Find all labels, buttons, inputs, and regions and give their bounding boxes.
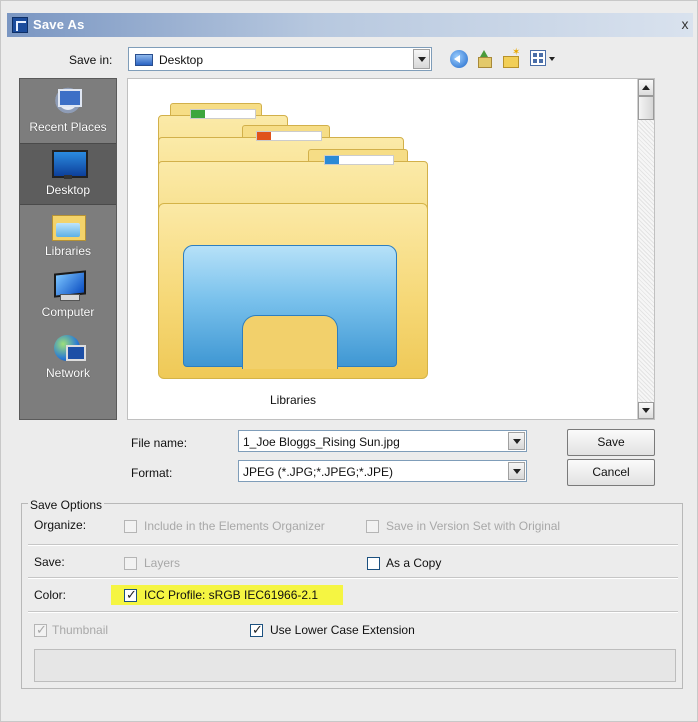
place-computer[interactable]: Computer [20,266,116,328]
divider [28,577,678,579]
folder-library-cutout [242,315,338,369]
network-icon [52,333,86,363]
thumbnail-checkbox[interactable] [34,622,47,638]
options-subpanel [34,649,676,682]
scroll-up-icon[interactable] [638,79,654,96]
icc-profile-label: ICC Profile: sRGB IEC61966-2.1 [144,588,319,602]
chevron-down-icon[interactable] [508,462,525,480]
save-label: Save: [34,555,65,569]
close-button[interactable]: x [677,17,693,33]
libraries-icon [52,211,86,241]
lowercase-extension-label: Use Lower Case Extension [270,623,415,637]
save-options-legend: Save Options [28,498,105,512]
place-recent-places[interactable]: Recent Places [20,81,116,143]
scroll-thumb[interactable] [638,96,654,120]
as-copy-checkbox[interactable] [367,557,380,570]
place-label: Libraries [44,244,92,258]
folder-tag [256,131,322,141]
file-name-value: 1_Joe Bloggs_Rising Sun.jpg [243,435,400,449]
file-name-field[interactable]: 1_Joe Bloggs_Rising Sun.jpg [238,430,527,452]
scroll-down-icon[interactable] [638,402,654,419]
desktop-icon [52,150,88,180]
layers-checkbox[interactable] [124,557,137,570]
cancel-button[interactable]: Cancel [567,459,655,486]
list-item[interactable]: Libraries [158,103,428,411]
divider [28,544,678,546]
vertical-scrollbar[interactable] [637,79,654,419]
place-libraries[interactable]: Libraries [20,205,116,267]
divider [28,611,678,613]
computer-icon [52,272,84,302]
save-in-select[interactable]: Desktop [128,47,432,71]
place-label: Desktop [45,183,91,197]
save-in-value: Desktop [159,53,204,67]
file-name-label: File name: [131,436,188,450]
caret-down-icon[interactable] [549,57,555,61]
save-as-dialog: Save As x Save in: Desktop Recent Places… [0,0,698,722]
window-title: Save As [33,17,85,32]
title-bar[interactable]: Save As x [7,13,693,37]
place-label: Recent Places [29,120,107,134]
save-button[interactable]: Save [567,429,655,456]
places-bar: Recent Places Desktop Libraries Computer… [19,78,117,420]
include-organizer-label: Include in the Elements Organizer [144,519,325,533]
chevron-down-icon[interactable] [413,49,430,69]
version-set-label: Save in Version Set with Original [386,519,561,533]
file-label: Libraries [269,393,317,407]
new-folder-icon[interactable] [502,47,520,68]
back-icon[interactable] [450,50,468,68]
chevron-down-icon[interactable] [508,432,525,450]
file-list[interactable]: Libraries [127,78,655,420]
thumbnail-label: Thumbnail [52,623,109,637]
up-folder-icon[interactable] [475,50,493,68]
layers-label: Layers [144,556,181,570]
format-select[interactable]: JPEG (*.JPG;*.JPEG;*.JPE) [238,460,527,482]
format-value: JPEG (*.JPG;*.JPEG;*.JPE) [243,465,394,479]
desktop-icon [135,54,153,66]
place-network[interactable]: Network [20,327,116,389]
view-menu-icon[interactable] [530,50,546,66]
version-set-checkbox[interactable] [366,520,379,533]
folder-tag [324,155,394,165]
as-copy-label: As a Copy [386,556,442,570]
app-icon [12,17,28,33]
color-label: Color: [34,588,67,602]
place-label: Computer [41,305,95,319]
save-in-label: Save in: [69,53,113,67]
folder-tag [190,109,256,119]
lowercase-extension-checkbox[interactable] [250,622,263,638]
format-label: Format: [131,466,173,480]
organize-label: Organize: [34,518,87,532]
place-label: Network [45,366,90,380]
icc-profile-checkbox[interactable] [124,587,137,603]
recent-places-icon [52,87,84,117]
place-desktop[interactable]: Desktop [20,143,116,205]
include-organizer-checkbox[interactable] [124,520,137,533]
